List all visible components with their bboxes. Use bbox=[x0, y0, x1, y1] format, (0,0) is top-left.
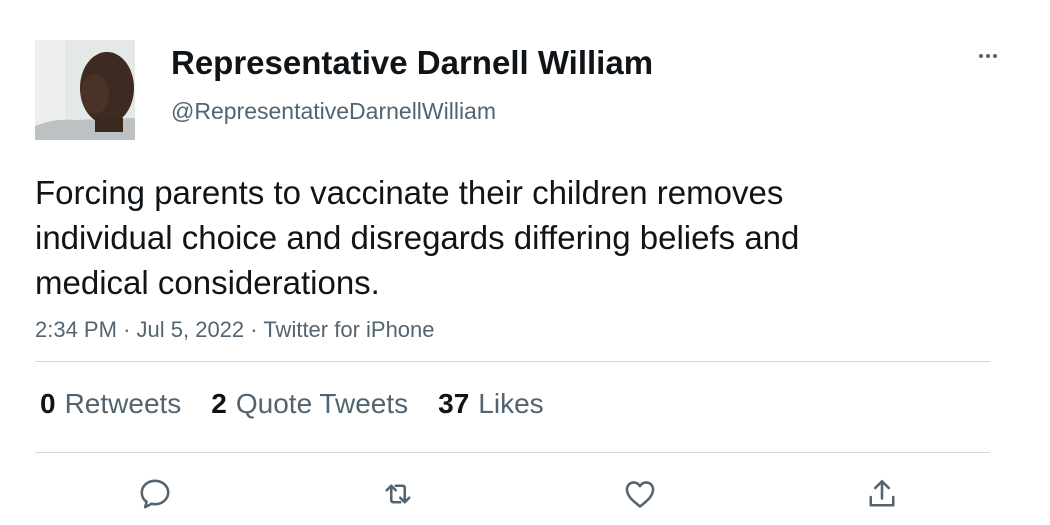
heart-icon bbox=[625, 481, 655, 508]
reply-button[interactable] bbox=[135, 474, 175, 514]
retweet-button[interactable] bbox=[378, 474, 418, 514]
retweets-stat[interactable]: 0 Retweets bbox=[40, 386, 181, 422]
meta-separator: · bbox=[123, 317, 131, 342]
divider bbox=[35, 452, 990, 453]
tweet-text: Forcing parents to vaccinate their child… bbox=[35, 170, 935, 305]
reply-icon bbox=[140, 479, 170, 509]
tweet-source[interactable]: Twitter for iPhone bbox=[263, 317, 434, 342]
divider bbox=[35, 361, 990, 362]
quote-tweets-label: Quote Tweets bbox=[235, 388, 409, 419]
retweets-count: 0 bbox=[40, 388, 56, 419]
share-icon bbox=[869, 479, 895, 507]
more-horizontal-icon[interactable] bbox=[970, 44, 1006, 68]
like-button[interactable] bbox=[620, 474, 660, 514]
meta-separator: · bbox=[250, 317, 258, 342]
likes-label: Likes bbox=[478, 388, 544, 419]
likes-count: 37 bbox=[438, 388, 470, 419]
tweet-meta: 2:34 PM · Jul 5, 2022 · Twitter for iPho… bbox=[35, 316, 435, 344]
retweet-icon bbox=[385, 484, 411, 504]
engagement-stats: 0 Retweets 2 Quote Tweets 37 Likes bbox=[40, 386, 574, 422]
tweet-text-line: medical considerations. bbox=[35, 264, 380, 301]
tweet-time[interactable]: 2:34 PM bbox=[35, 317, 117, 342]
share-button[interactable] bbox=[862, 474, 902, 514]
quote-tweets-count: 2 bbox=[211, 388, 227, 419]
retweets-label: Retweets bbox=[64, 388, 182, 419]
tweet-text-line: Forcing parents to vaccinate their child… bbox=[35, 174, 784, 211]
tweet-text-line: individual choice and disregards differi… bbox=[35, 219, 800, 256]
user-handle[interactable]: @RepresentativeDarnellWilliam bbox=[171, 97, 496, 125]
tweet-date[interactable]: Jul 5, 2022 bbox=[137, 317, 245, 342]
avatar-photo bbox=[35, 40, 135, 140]
display-name[interactable]: Representative Darnell William bbox=[171, 43, 653, 83]
likes-stat[interactable]: 37 Likes bbox=[438, 386, 544, 422]
avatar[interactable] bbox=[35, 40, 135, 140]
quote-tweets-stat[interactable]: 2 Quote Tweets bbox=[211, 386, 408, 422]
